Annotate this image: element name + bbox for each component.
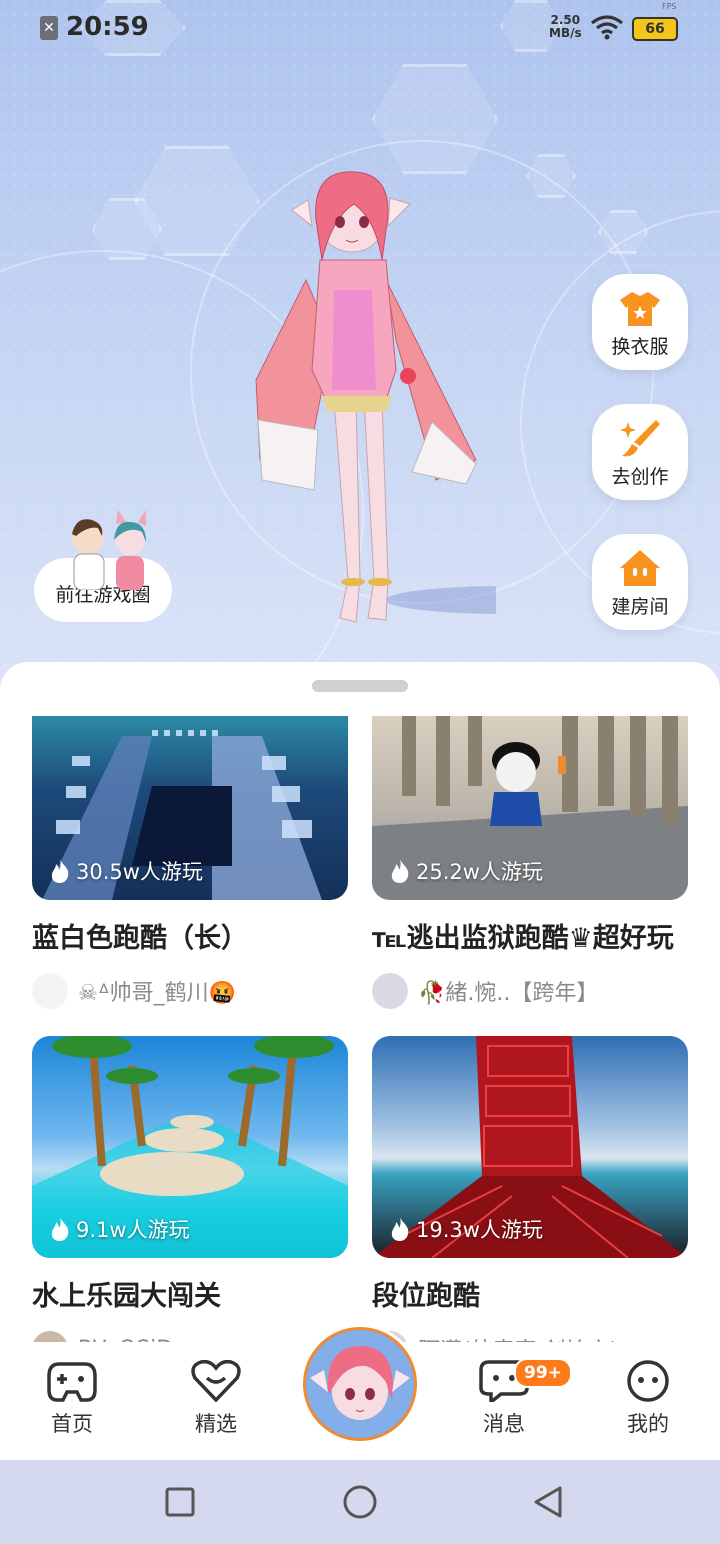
- game-title[interactable]: ℡逃出监狱跑酷♛超好玩: [372, 916, 688, 955]
- network-speed: 2.50 MB/s: [549, 14, 582, 40]
- nav-featured-label: 精选: [195, 1412, 237, 1436]
- play-count-text: 30.5w人游玩: [76, 860, 203, 884]
- avatar-image: [303, 1327, 417, 1441]
- wifi-icon: [591, 15, 623, 40]
- recents-icon[interactable]: [164, 1486, 196, 1518]
- game-list-sheet[interactable]: 30.5w人游玩 蓝白色跑酷（长） ☠ᐞ帅哥_鹤川🤬 25.2w人游玩 ℡逃出监…: [0, 662, 720, 1362]
- face-icon: [627, 1360, 669, 1402]
- sheet-drag-handle[interactable]: [312, 680, 408, 692]
- nav-home-label: 首页: [51, 1412, 93, 1436]
- home-circle-icon[interactable]: [342, 1484, 378, 1520]
- heart-chat-icon: [191, 1359, 241, 1403]
- house-icon: [620, 550, 660, 586]
- nav-home[interactable]: 首页: [22, 1360, 122, 1438]
- game-card[interactable]: 30.5w人游玩 蓝白色跑酷（长） ☠ᐞ帅哥_鹤川🤬: [32, 716, 348, 1009]
- change-outfit-button[interactable]: 换衣服: [592, 274, 688, 370]
- game-circle-button[interactable]: 前往游戏圈: [34, 510, 172, 622]
- author-row[interactable]: ☠ᐞ帅哥_鹤川🤬: [32, 973, 348, 1009]
- messages-badge: 99+: [514, 1358, 572, 1388]
- sim-status-icon: ✕: [40, 16, 58, 40]
- nav-messages-label: 消息: [483, 1412, 525, 1436]
- fps-label: FPS: [662, 2, 677, 11]
- fire-icon: [391, 859, 409, 883]
- author-name[interactable]: ☠ᐞ帅哥_鹤川🤬: [78, 975, 236, 1007]
- brush-icon: [620, 420, 660, 457]
- author-avatar[interactable]: [32, 973, 68, 1009]
- author-name[interactable]: 🥀緒.惋..【跨年】: [418, 975, 598, 1007]
- fire-icon: [51, 1217, 69, 1241]
- build-room-label: 建房间: [611, 596, 669, 618]
- game-thumbnail[interactable]: 19.3w人游玩: [372, 1036, 688, 1258]
- avatar-character[interactable]: [236, 160, 496, 630]
- game-title[interactable]: 蓝白色跑酷（长）: [32, 916, 348, 955]
- game-card[interactable]: 25.2w人游玩 ℡逃出监狱跑酷♛超好玩 🥀緒.惋..【跨年】: [372, 716, 688, 1009]
- fire-icon: [51, 859, 69, 883]
- battery-indicator: 66: [632, 17, 678, 41]
- game-thumbnail[interactable]: 30.5w人游玩: [32, 716, 348, 900]
- system-navigation-bar: [0, 1460, 720, 1544]
- play-count: 30.5w人游玩: [50, 856, 203, 886]
- back-icon[interactable]: [530, 1484, 566, 1520]
- create-button[interactable]: 去创作: [592, 404, 688, 500]
- build-room-button[interactable]: 建房间: [592, 534, 688, 630]
- play-count-text: 25.2w人游玩: [416, 860, 543, 884]
- game-circle-characters-image: [72, 510, 146, 590]
- nav-featured[interactable]: 精选: [166, 1359, 266, 1438]
- game-card[interactable]: 19.3w人游玩 段位跑酷 阿潇(外音家 创始人): [372, 1036, 688, 1362]
- network-speed-unit: MB/s: [549, 26, 582, 40]
- play-count: 19.3w人游玩: [390, 1214, 543, 1244]
- nav-me[interactable]: 我的: [598, 1360, 698, 1438]
- author-avatar[interactable]: [372, 973, 408, 1009]
- author-row[interactable]: 🥀緒.惋..【跨年】: [372, 973, 688, 1009]
- play-count: 25.2w人游玩: [390, 856, 543, 886]
- status-bar: ✕ 20:59 2.50 MB/s 66 FPS: [0, 0, 720, 56]
- game-thumbnail[interactable]: 25.2w人游玩: [372, 716, 688, 900]
- play-count-text: 9.1w人游玩: [76, 1218, 190, 1242]
- play-count-text: 19.3w人游玩: [416, 1218, 543, 1242]
- status-time: 20:59: [66, 12, 149, 42]
- play-count: 9.1w人游玩: [50, 1214, 190, 1244]
- game-card[interactable]: 9.1w人游玩 水上乐园大闯关 PH_OSiD: [32, 1036, 348, 1362]
- nav-me-label: 我的: [627, 1412, 669, 1436]
- avatar-stage[interactable]: ✕ 20:59 2.50 MB/s 66 FPS 换衣服 去创作 建房间 前往游…: [0, 0, 720, 700]
- create-label: 去创作: [611, 466, 669, 488]
- avatar-face: [306, 1330, 414, 1438]
- shirt-icon: [620, 292, 660, 326]
- game-title[interactable]: 段位跑酷: [372, 1274, 688, 1313]
- game-title[interactable]: 水上乐园大闯关: [32, 1274, 348, 1313]
- gamepad-icon: [47, 1362, 97, 1402]
- fire-icon: [391, 1217, 409, 1241]
- game-thumbnail[interactable]: 9.1w人游玩: [32, 1036, 348, 1258]
- avatar-home-button[interactable]: [300, 1324, 420, 1444]
- change-outfit-label: 换衣服: [611, 336, 669, 358]
